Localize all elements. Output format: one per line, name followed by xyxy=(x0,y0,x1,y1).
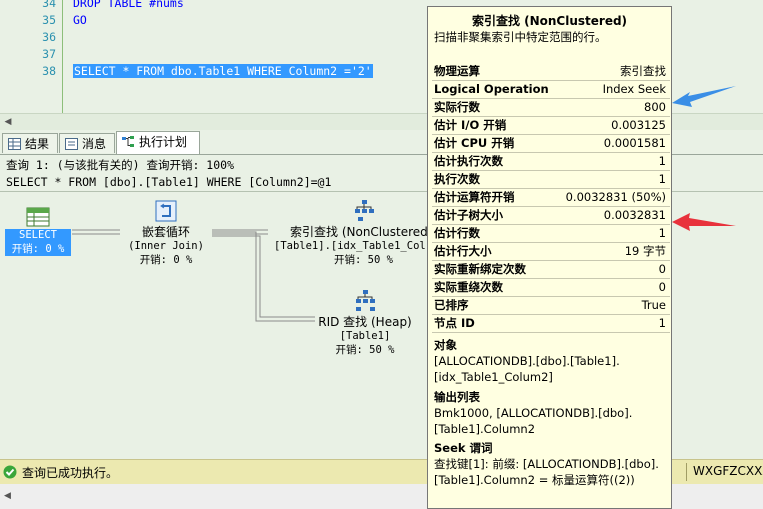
line-number: 38 xyxy=(42,64,56,78)
rid-lookup-label: RID 查找 (Heap) xyxy=(318,315,412,329)
selected-code-line[interactable]: SELECT * FROM dbo.Table1 WHERE Column2 =… xyxy=(73,64,373,78)
property-value: Index Seek xyxy=(602,82,666,96)
property-row: 物理运算 索引查找 xyxy=(432,63,670,81)
nested-loops-operator[interactable]: 嵌套循环 (Inner Join) 开销: 0 % xyxy=(118,199,214,267)
tooltip-properties: 物理运算 索引查找 Logical Operation Index Seek 实际行数 8… xyxy=(432,63,670,333)
property-row: 实际行数 800 xyxy=(432,99,670,117)
property-name: 估计子树大小 xyxy=(434,208,503,222)
nested-loops-cost: 开销: 0 % xyxy=(139,254,193,266)
rid-lookup-sub: [Table1] xyxy=(339,330,391,342)
property-name: 已排序 xyxy=(434,298,469,312)
select-cost: 开销: 0 % xyxy=(11,243,65,255)
rid-lookup-cost: 开销: 50 % xyxy=(335,344,395,356)
annotation-arrows xyxy=(672,86,736,231)
property-value: 0.003125 xyxy=(611,118,666,132)
property-row: 估计执行次数 1 xyxy=(432,153,670,171)
property-name: 估计运算符开销 xyxy=(434,190,515,204)
property-row: 估计 I/O 开销 0.003125 xyxy=(432,117,670,135)
output-list-value: Bmk1000, [ALLOCATIONDB].[dbo].[Table1].C… xyxy=(434,406,633,436)
property-name: 估计执行次数 xyxy=(434,154,503,168)
rid-lookup-operator[interactable]: RID 查找 (Heap) [Table1] 开销: 50 % xyxy=(312,289,418,357)
property-value: 0.0032831 xyxy=(603,208,666,222)
property-row: 节点 ID 1 xyxy=(432,315,670,333)
message-icon xyxy=(65,138,78,150)
property-name: 估计 I/O 开销 xyxy=(434,118,507,132)
status-message: 查询已成功执行。 xyxy=(22,466,119,480)
tooltip-description: 扫描非聚集索引中特定范围的行。 xyxy=(434,30,607,44)
property-name: 实际行数 xyxy=(434,100,480,114)
property-row: 已排序 True xyxy=(432,297,670,315)
index-seek-operator[interactable]: 索引查找 (NonClustered) [Table1].[idx_Table1… xyxy=(268,199,433,267)
seek-predicate-label: Seek 谓词 xyxy=(434,441,493,455)
index-seek-sub: [Table1].[idx_Table1_Col xyxy=(274,240,426,252)
index-seek-icon xyxy=(355,200,374,221)
tab-messages[interactable]: 消息 xyxy=(59,133,115,153)
property-row: 估计子树大小 0.0032831 xyxy=(432,207,670,225)
tab-label: 消息 xyxy=(82,137,107,151)
blue-arrow-icon xyxy=(672,86,736,107)
property-row: 实际重新绑定次数 0 xyxy=(432,261,670,279)
property-row: 估计运算符开销 0.0032831 (50%) xyxy=(432,189,670,207)
property-name: Logical Operation xyxy=(434,82,549,96)
property-row: 估计 CPU 开销 0.0001581 xyxy=(432,135,670,153)
property-value: 0.0001581 xyxy=(603,136,666,150)
tab-label: 结果 xyxy=(25,137,50,151)
property-name: 估计行大小 xyxy=(434,244,492,258)
line-number: 35 xyxy=(42,13,56,27)
property-name: 估计 CPU 开销 xyxy=(434,136,515,150)
property-row: 实际重绕次数 0 xyxy=(432,279,670,297)
property-value: 1 xyxy=(658,316,666,330)
output-list-label: 输出列表 xyxy=(434,390,480,404)
property-name: 节点 ID xyxy=(434,316,475,330)
line-number: 36 xyxy=(42,30,56,44)
status-separator xyxy=(686,463,687,481)
change-margin xyxy=(62,0,63,113)
property-value: 0.0032831 (50%) xyxy=(565,190,666,204)
property-name: 执行次数 xyxy=(434,172,480,186)
grid-icon xyxy=(8,138,21,150)
select-operator[interactable]: SELECT 开销: 0 % xyxy=(5,207,71,256)
nested-loops-label: 嵌套循环 xyxy=(141,225,190,239)
code-line[interactable]: DROP TABLE #nums xyxy=(73,0,184,10)
property-value: 0 xyxy=(658,262,666,276)
seek-predicate-value: 查找键[1]: 前缀: [ALLOCATIONDB].[dbo].[Table1… xyxy=(434,457,659,487)
property-value: True xyxy=(641,298,666,312)
property-name: 估计行数 xyxy=(434,226,480,240)
object-value: [ALLOCATIONDB].[dbo].[Table1].[idx_Table… xyxy=(434,354,620,384)
object-label: 对象 xyxy=(434,338,457,352)
code-line[interactable]: GO xyxy=(73,13,87,27)
select-icon xyxy=(26,207,50,227)
line-number: 37 xyxy=(42,47,56,61)
scroll-left-icon[interactable]: ◀ xyxy=(4,491,11,501)
property-name: 物理运算 xyxy=(434,64,480,78)
execution-plan-icon xyxy=(122,136,134,147)
line-number: 34 xyxy=(42,0,56,10)
red-arrow-icon xyxy=(672,213,736,231)
tab-execution-plan[interactable]: 执行计划 xyxy=(116,131,200,154)
tab-label: 执行计划 xyxy=(139,135,188,149)
property-name: 实际重绕次数 xyxy=(434,280,503,294)
nested-loops-icon xyxy=(155,200,177,222)
property-row: 估计行数 1 xyxy=(432,225,670,243)
success-icon xyxy=(3,465,17,479)
index-seek-cost: 开销: 50 % xyxy=(334,254,393,266)
property-row: 执行次数 1 xyxy=(432,171,670,189)
tab-results[interactable]: 结果 xyxy=(2,133,58,153)
rid-lookup-icon xyxy=(356,290,375,311)
line-number-gutter: 34 35 36 37 38 xyxy=(0,0,64,113)
operator-tooltip: 索引查找 (NonClustered) 扫描非聚集索引中特定范围的行。 物理运算… xyxy=(427,6,672,509)
property-name: 实际重新绑定次数 xyxy=(434,262,526,276)
select-label: SELECT xyxy=(19,229,57,241)
server-name: WXGFZCXXZ xyxy=(693,464,763,478)
property-value: 0 xyxy=(658,280,666,294)
property-value: 索引查找 xyxy=(620,64,666,78)
tooltip-title: 索引查找 (NonClustered) xyxy=(471,14,628,28)
scroll-left-icon[interactable]: ◀ xyxy=(3,117,13,127)
property-row: 估计行大小 19 字节 xyxy=(432,243,670,261)
index-seek-label: 索引查找 (NonClustered) xyxy=(290,225,433,239)
property-row: Logical Operation Index Seek xyxy=(432,81,670,99)
nested-loops-sub: (Inner Join) xyxy=(128,240,204,252)
